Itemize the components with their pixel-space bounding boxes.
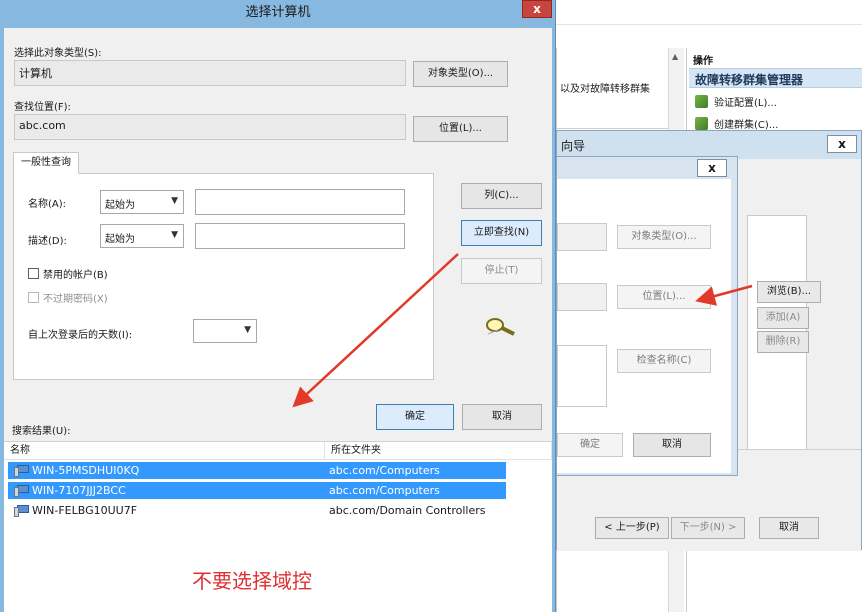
result-folder: abc.com/Domain Controllers [329,504,486,517]
column-header-folder[interactable]: 所在文件夹 [325,442,552,460]
description-mode-value: 起始为 [105,234,135,245]
actions-header[interactable]: 故障转移群集管理器 [689,68,862,88]
result-row[interactable]: WIN-7107JJJ2BCC abc.com/Computers [8,482,506,499]
check-names-button[interactable]: 检查名称(C) [617,349,711,373]
checkbox-box[interactable] [28,292,39,303]
result-name: WIN-FELBG10UU7F [32,504,138,517]
locations-button[interactable]: 位置(L)... [413,116,508,142]
result-name: WIN-7107JJJ2BCC [32,484,126,497]
action-create-cluster[interactable]: 创建群集(C)... [695,116,778,131]
dialog-title: 选择计算机 [245,5,311,20]
computer-icon [14,464,29,477]
close-button[interactable]: x [522,0,552,18]
disabled-accounts-checkbox[interactable]: 禁用的帐户(B) [28,266,108,281]
divider [556,24,862,25]
name-mode-value: 起始为 [105,200,135,211]
inner-field [557,345,607,407]
object-type-field: 计算机 [14,60,406,86]
name-input[interactable] [195,189,405,215]
result-name: WIN-5PMSDHUI0KQ [32,464,140,477]
days-select[interactable]: ▼ [193,319,257,343]
description-label: 描述(D): [28,236,67,247]
checkbox-label: 禁用的帐户(B) [43,270,108,281]
object-types-button[interactable]: 对象类型(O)... [413,61,508,87]
result-folder: abc.com/Computers [329,464,440,477]
inner-field [557,283,607,311]
stop-button[interactable]: 停止(T) [461,258,542,284]
result-folder: abc.com/Computers [329,484,440,497]
result-row[interactable]: WIN-FELBG10UU7F abc.com/Domain Controlle… [8,502,506,519]
non-expiring-checkbox[interactable]: 不过期密码(X) [28,290,108,305]
search-magnifier-icon [486,318,515,336]
query-panel: 名称(A): 起始为 ▼ 描述(D): 起始为 ▼ 禁用的帐户(B) 不过期密码… [13,173,434,380]
remove-button[interactable]: 删除(R) [757,331,809,353]
previous-button[interactable]: < 上一步(P) [595,517,669,539]
location-label: 查找位置(F): [14,102,71,113]
checkbox-box[interactable] [28,268,39,279]
validate-icon [695,95,708,108]
close-button[interactable]: x [827,135,857,153]
background-text: 以及对故障转移群集 [560,84,650,95]
cancel-button[interactable]: 取消 [633,433,711,457]
chevron-down-icon: ▼ [171,230,178,240]
tab-common-queries[interactable]: 一般性查询 [13,152,79,174]
browse-button[interactable]: 浏览(B)... [757,281,821,303]
object-type-label: 选择此对象类型(S): [14,48,102,59]
name-mode-select[interactable]: 起始为 ▼ [100,190,184,214]
find-now-button[interactable]: 立即查找(N) [461,220,542,246]
select-computer-dialog: 选择计算机 x 选择此对象类型(S): 计算机 对象类型(O)... 查找位置(… [0,0,556,612]
checkbox-label: 不过期密码(X) [43,294,108,305]
results-label: 搜索结果(U): [12,426,71,437]
columns-button[interactable]: 列(C)... [461,183,542,209]
result-row[interactable]: WIN-5PMSDHUI0KQ abc.com/Computers [8,462,506,479]
column-header-name[interactable]: 名称 [4,442,325,460]
action-validate[interactable]: 验证配置(L)... [695,94,777,109]
description-input[interactable] [195,223,405,249]
inner-dialog-body: 对象类型(O)... 位置(L)... 检查名称(C) 确定 取消 [557,179,731,473]
action-label: 验证配置(L)... [714,98,777,109]
chevron-down-icon: ▼ [244,325,251,335]
object-types-button[interactable]: 对象类型(O)... [617,225,711,249]
close-button[interactable]: x [697,159,727,177]
cluster-icon [695,117,708,130]
chevron-down-icon: ▼ [171,196,178,206]
inner-dialog: x 对象类型(O)... 位置(L)... 检查名称(C) 确定 取消 [556,156,738,476]
scroll-up-icon[interactable]: ▲ [672,52,678,61]
computer-icon [14,484,29,497]
computer-icon [14,504,29,517]
location-field: abc.com [14,114,406,140]
inner-field [557,223,607,251]
name-label: 名称(A): [28,199,67,210]
divider [556,128,668,129]
annotation-note: 不要选择域控 [192,569,312,593]
next-button[interactable]: 下一步(N) > [671,517,745,539]
wizard-cancel-button[interactable]: 取消 [759,517,819,539]
ok-button[interactable]: 确定 [557,433,623,457]
locations-button[interactable]: 位置(L)... [617,285,711,309]
description-mode-select[interactable]: 起始为 ▼ [100,224,184,248]
ok-button[interactable]: 确定 [376,404,454,430]
add-button[interactable]: 添加(A) [757,307,809,329]
actions-title: 操作 [693,56,713,67]
action-label: 创建群集(C)... [714,120,779,131]
cancel-button[interactable]: 取消 [462,404,542,430]
wizard-title: 向导 [561,139,586,153]
days-since-logon-label: 自上次登录后的天数(I): [28,330,133,341]
